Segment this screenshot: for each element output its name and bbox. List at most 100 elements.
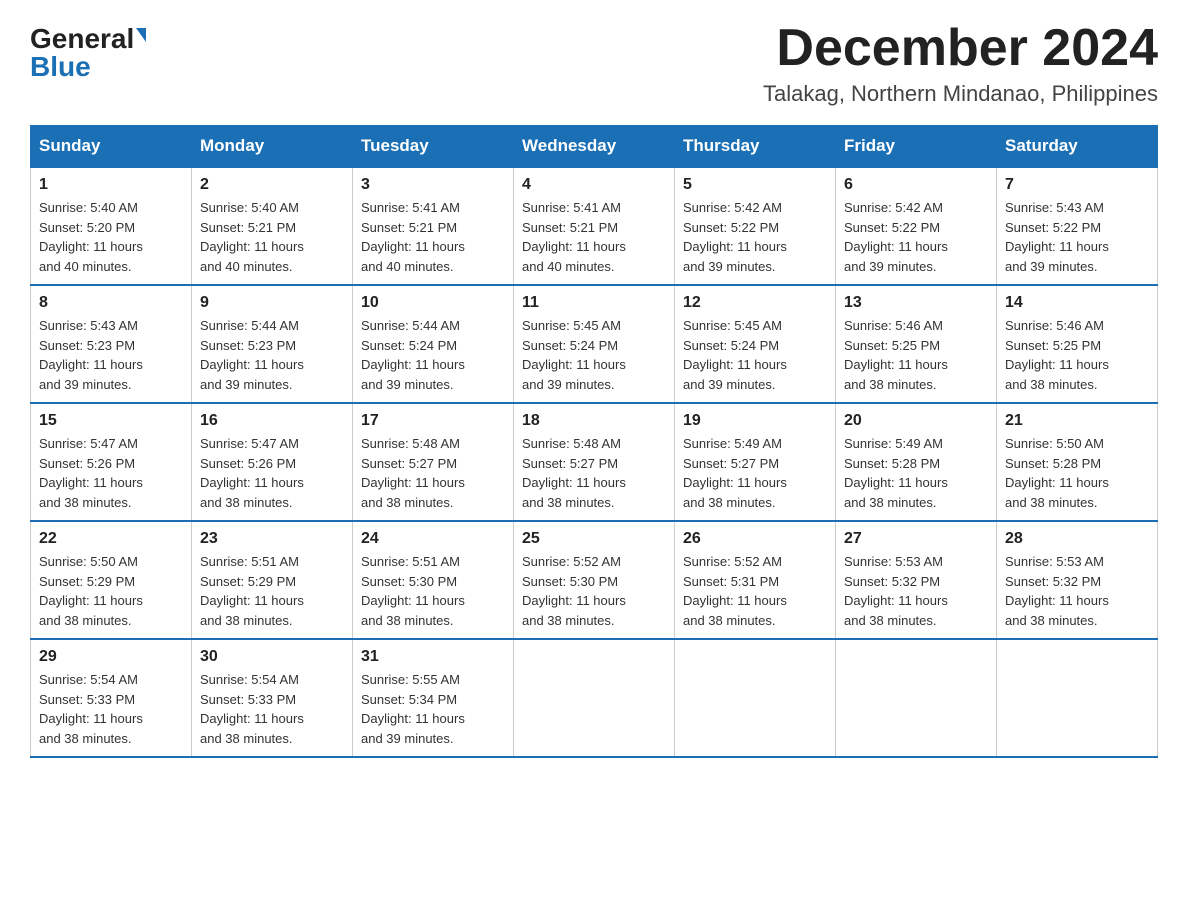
day-info: Sunrise: 5:50 AMSunset: 5:29 PMDaylight:… bbox=[39, 552, 183, 630]
weekday-header-sunday: Sunday bbox=[31, 126, 192, 168]
day-info: Sunrise: 5:51 AMSunset: 5:30 PMDaylight:… bbox=[361, 552, 505, 630]
calendar-cell: 12Sunrise: 5:45 AMSunset: 5:24 PMDayligh… bbox=[675, 285, 836, 403]
month-title: December 2024 bbox=[763, 20, 1158, 77]
calendar-cell: 3 Sunrise: 5:41 AMSunset: 5:21 PMDaylight… bbox=[353, 167, 514, 285]
calendar-cell: 26Sunrise: 5:52 AMSunset: 5:31 PMDayligh… bbox=[675, 521, 836, 639]
day-number: 27 bbox=[844, 530, 988, 548]
calendar-cell: 5 Sunrise: 5:42 AMSunset: 5:22 PMDaylight… bbox=[675, 167, 836, 285]
day-number: 20 bbox=[844, 412, 988, 430]
calendar-cell bbox=[675, 639, 836, 757]
day-info: Sunrise: 5:53 AMSunset: 5:32 PMDaylight:… bbox=[844, 552, 988, 630]
calendar-cell bbox=[514, 639, 675, 757]
calendar-week-row: 29Sunrise: 5:54 AMSunset: 5:33 PMDayligh… bbox=[31, 639, 1158, 757]
calendar-cell bbox=[997, 639, 1158, 757]
day-info: Sunrise: 5:47 AMSunset: 5:26 PMDaylight:… bbox=[200, 434, 344, 512]
weekday-header-tuesday: Tuesday bbox=[353, 126, 514, 168]
day-info: Sunrise: 5:51 AMSunset: 5:29 PMDaylight:… bbox=[200, 552, 344, 630]
weekday-header-saturday: Saturday bbox=[997, 126, 1158, 168]
day-number: 16 bbox=[200, 412, 344, 430]
day-number: 14 bbox=[1005, 294, 1149, 312]
calendar-cell: 29Sunrise: 5:54 AMSunset: 5:33 PMDayligh… bbox=[31, 639, 192, 757]
day-number: 25 bbox=[522, 530, 666, 548]
day-number: 19 bbox=[683, 412, 827, 430]
day-info: Sunrise: 5:52 AMSunset: 5:31 PMDaylight:… bbox=[683, 552, 827, 630]
day-info: Sunrise: 5:47 AMSunset: 5:26 PMDaylight:… bbox=[39, 434, 183, 512]
calendar-cell: 2Sunrise: 5:40 AMSunset: 5:21 PMDaylight… bbox=[192, 167, 353, 285]
day-info: Sunrise: 5:42 AMSunset: 5:22 PMDaylight:… bbox=[683, 198, 827, 276]
day-info: Sunrise: 5:52 AMSunset: 5:30 PMDaylight:… bbox=[522, 552, 666, 630]
day-info: Sunrise: 5:41 AMSunset: 5:21 PMDaylight:… bbox=[522, 198, 666, 276]
calendar-cell: 31Sunrise: 5:55 AMSunset: 5:34 PMDayligh… bbox=[353, 639, 514, 757]
calendar-cell: 8 Sunrise: 5:43 AMSunset: 5:23 PMDaylight… bbox=[31, 285, 192, 403]
day-number: 23 bbox=[200, 530, 344, 548]
day-info: Sunrise: 5:46 AMSunset: 5:25 PMDaylight:… bbox=[844, 316, 988, 394]
day-info: Sunrise: 5:44 AMSunset: 5:24 PMDaylight:… bbox=[361, 316, 505, 394]
day-info: Sunrise: 5:43 AMSunset: 5:22 PMDaylight:… bbox=[1005, 198, 1149, 276]
calendar-cell: 22 Sunrise: 5:50 AMSunset: 5:29 PMDayligh… bbox=[31, 521, 192, 639]
day-number: 4 bbox=[522, 176, 666, 194]
calendar-cell: 20Sunrise: 5:49 AMSunset: 5:28 PMDayligh… bbox=[836, 403, 997, 521]
day-info: Sunrise: 5:41 AMSunset: 5:21 PMDaylight:… bbox=[361, 198, 505, 276]
day-number: 15 bbox=[39, 412, 183, 430]
calendar-cell: 10 Sunrise: 5:44 AMSunset: 5:24 PMDayligh… bbox=[353, 285, 514, 403]
calendar-cell: 13 Sunrise: 5:46 AMSunset: 5:25 PMDayligh… bbox=[836, 285, 997, 403]
day-number: 6 bbox=[844, 176, 988, 194]
day-number: 28 bbox=[1005, 530, 1149, 548]
calendar-cell: 15 Sunrise: 5:47 AMSunset: 5:26 PMDayligh… bbox=[31, 403, 192, 521]
day-info: Sunrise: 5:46 AMSunset: 5:25 PMDaylight:… bbox=[1005, 316, 1149, 394]
calendar-cell: 14 Sunrise: 5:46 AMSunset: 5:25 PMDayligh… bbox=[997, 285, 1158, 403]
day-info: Sunrise: 5:48 AMSunset: 5:27 PMDaylight:… bbox=[361, 434, 505, 512]
calendar-cell: 18Sunrise: 5:48 AMSunset: 5:27 PMDayligh… bbox=[514, 403, 675, 521]
calendar-cell: 21 Sunrise: 5:50 AMSunset: 5:28 PMDayligh… bbox=[997, 403, 1158, 521]
logo-blue: Blue bbox=[30, 53, 91, 81]
day-info: Sunrise: 5:53 AMSunset: 5:32 PMDaylight:… bbox=[1005, 552, 1149, 630]
weekday-header-monday: Monday bbox=[192, 126, 353, 168]
day-info: Sunrise: 5:40 AMSunset: 5:20 PMDaylight:… bbox=[39, 198, 183, 276]
day-info: Sunrise: 5:43 AMSunset: 5:23 PMDaylight:… bbox=[39, 316, 183, 394]
calendar-cell: 28 Sunrise: 5:53 AMSunset: 5:32 PMDayligh… bbox=[997, 521, 1158, 639]
calendar-cell: 17 Sunrise: 5:48 AMSunset: 5:27 PMDayligh… bbox=[353, 403, 514, 521]
day-number: 5 bbox=[683, 176, 827, 194]
title-block: December 2024 Talakag, Northern Mindanao… bbox=[763, 20, 1158, 107]
logo: General Blue bbox=[30, 20, 146, 81]
day-info: Sunrise: 5:55 AMSunset: 5:34 PMDaylight:… bbox=[361, 670, 505, 748]
calendar-cell: 30Sunrise: 5:54 AMSunset: 5:33 PMDayligh… bbox=[192, 639, 353, 757]
day-info: Sunrise: 5:49 AMSunset: 5:27 PMDaylight:… bbox=[683, 434, 827, 512]
calendar-table: SundayMondayTuesdayWednesdayThursdayFrid… bbox=[30, 125, 1158, 758]
calendar-cell: 9Sunrise: 5:44 AMSunset: 5:23 PMDaylight… bbox=[192, 285, 353, 403]
calendar-week-row: 22 Sunrise: 5:50 AMSunset: 5:29 PMDayligh… bbox=[31, 521, 1158, 639]
calendar-cell bbox=[836, 639, 997, 757]
calendar-cell: 16 Sunrise: 5:47 AMSunset: 5:26 PMDayligh… bbox=[192, 403, 353, 521]
day-info: Sunrise: 5:48 AMSunset: 5:27 PMDaylight:… bbox=[522, 434, 666, 512]
location-title: Talakag, Northern Mindanao, Philippines bbox=[763, 81, 1158, 107]
day-number: 2 bbox=[200, 176, 344, 194]
day-number: 3 bbox=[361, 176, 505, 194]
day-info: Sunrise: 5:50 AMSunset: 5:28 PMDaylight:… bbox=[1005, 434, 1149, 512]
calendar-cell: 7Sunrise: 5:43 AMSunset: 5:22 PMDaylight… bbox=[997, 167, 1158, 285]
calendar-cell: 25 Sunrise: 5:52 AMSunset: 5:30 PMDayligh… bbox=[514, 521, 675, 639]
day-info: Sunrise: 5:45 AMSunset: 5:24 PMDaylight:… bbox=[683, 316, 827, 394]
day-number: 22 bbox=[39, 530, 183, 548]
day-info: Sunrise: 5:54 AMSunset: 5:33 PMDaylight:… bbox=[200, 670, 344, 748]
day-info: Sunrise: 5:42 AMSunset: 5:22 PMDaylight:… bbox=[844, 198, 988, 276]
weekday-header-row: SundayMondayTuesdayWednesdayThursdayFrid… bbox=[31, 126, 1158, 168]
weekday-header-thursday: Thursday bbox=[675, 126, 836, 168]
calendar-cell: 6 Sunrise: 5:42 AMSunset: 5:22 PMDaylight… bbox=[836, 167, 997, 285]
logo-arrow-icon bbox=[136, 28, 146, 42]
day-info: Sunrise: 5:54 AMSunset: 5:33 PMDaylight:… bbox=[39, 670, 183, 748]
calendar-cell: 23 Sunrise: 5:51 AMSunset: 5:29 PMDayligh… bbox=[192, 521, 353, 639]
calendar-week-row: 15 Sunrise: 5:47 AMSunset: 5:26 PMDayligh… bbox=[31, 403, 1158, 521]
weekday-header-wednesday: Wednesday bbox=[514, 126, 675, 168]
day-number: 9 bbox=[200, 294, 344, 312]
calendar-cell: 11Sunrise: 5:45 AMSunset: 5:24 PMDayligh… bbox=[514, 285, 675, 403]
day-number: 21 bbox=[1005, 412, 1149, 430]
day-number: 13 bbox=[844, 294, 988, 312]
logo-general: General bbox=[30, 25, 134, 53]
calendar-week-row: 1Sunrise: 5:40 AMSunset: 5:20 PMDaylight… bbox=[31, 167, 1158, 285]
day-number: 17 bbox=[361, 412, 505, 430]
day-number: 8 bbox=[39, 294, 183, 312]
calendar-cell: 24Sunrise: 5:51 AMSunset: 5:30 PMDayligh… bbox=[353, 521, 514, 639]
calendar-cell: 19 Sunrise: 5:49 AMSunset: 5:27 PMDayligh… bbox=[675, 403, 836, 521]
page-header: General Blue December 2024 Talakag, Nort… bbox=[30, 20, 1158, 107]
day-number: 10 bbox=[361, 294, 505, 312]
